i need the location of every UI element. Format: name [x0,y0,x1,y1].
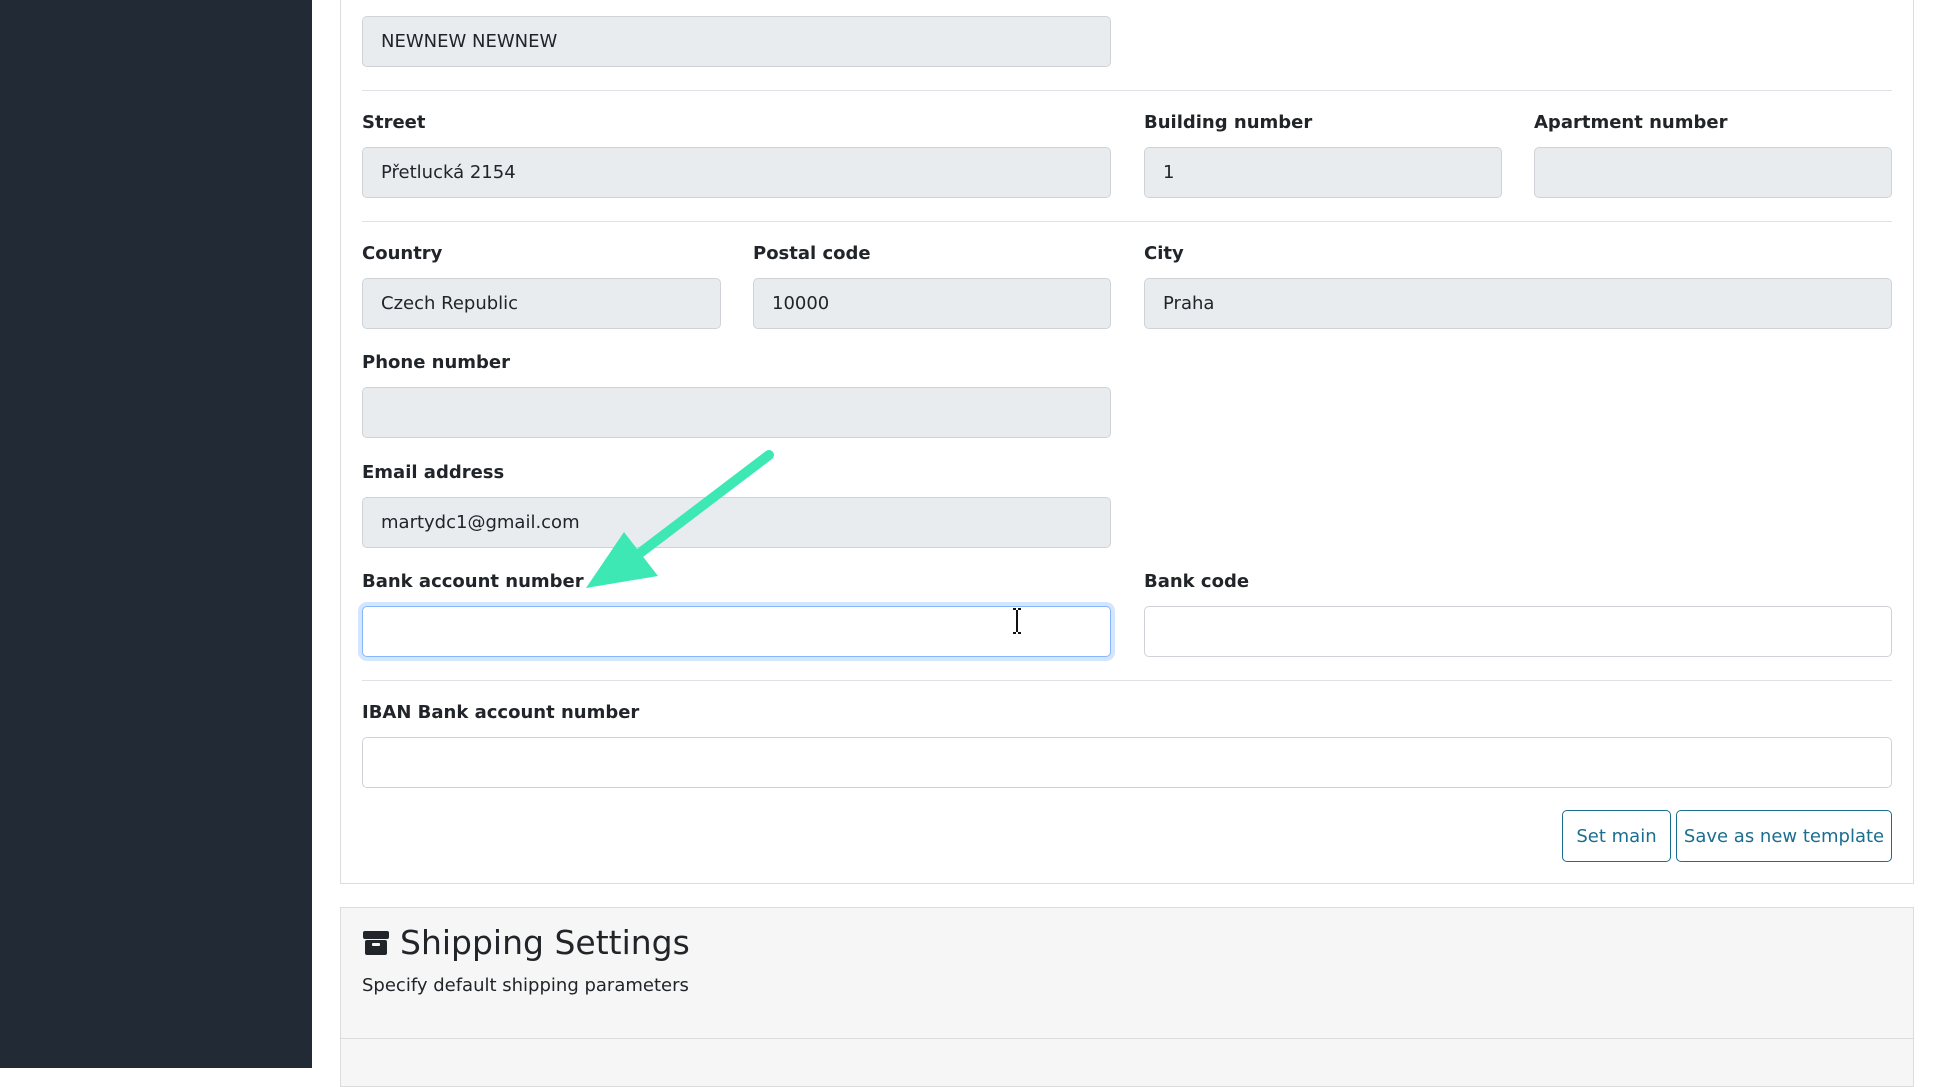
apartment-number-field[interactable] [1534,147,1892,198]
iban-label: IBAN Bank account number [362,702,640,723]
sidebar [0,0,312,1068]
country-field[interactable]: Czech Republic [362,278,721,329]
building-number-label: Building number [1144,112,1313,133]
city-field[interactable]: Praha [1144,278,1892,329]
postal-code-label: Postal code [753,243,871,264]
shipping-settings-title: Shipping Settings [362,923,690,962]
save-as-new-template-button[interactable]: Save as new template [1676,810,1892,862]
country-label: Country [362,243,443,264]
postal-code-field[interactable]: 10000 [753,278,1111,329]
shipping-settings-subtitle: Specify default shipping parameters [362,975,689,996]
name-field[interactable]: NEWNEW NEWNEW [362,16,1111,67]
divider [362,221,1892,222]
set-main-button[interactable]: Set main [1562,810,1671,862]
building-number-field[interactable]: 1 [1144,147,1502,198]
divider [341,1038,1913,1039]
annotation-arrow-icon [586,450,774,588]
street-field[interactable]: Přetlucká 2154 [362,147,1111,198]
phone-number-label: Phone number [362,352,511,373]
text-cursor-icon [1013,608,1021,634]
bank-account-number-field[interactable] [362,606,1111,657]
apartment-number-label: Apartment number [1534,112,1728,133]
divider [362,90,1892,91]
iban-field[interactable] [362,737,1892,788]
city-label: City [1144,243,1184,264]
phone-number-field[interactable] [362,387,1111,438]
box-icon [363,930,389,955]
bank-code-label: Bank code [1144,571,1250,592]
bank-account-number-label: Bank account number [362,571,584,592]
street-label: Street [362,112,426,133]
shipping-settings-title-text: Shipping Settings [400,923,690,962]
email-address-label: Email address [362,462,505,483]
bank-code-field[interactable] [1144,606,1892,657]
divider [362,680,1892,681]
